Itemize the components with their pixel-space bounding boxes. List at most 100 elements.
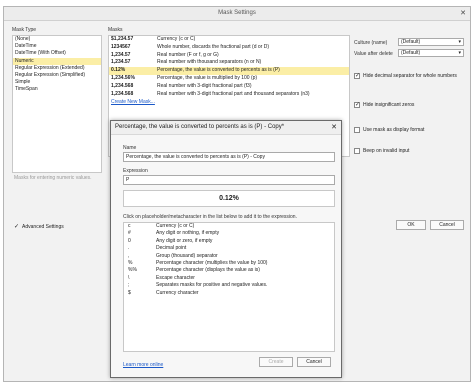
beep-label: Beep on invalid input bbox=[363, 148, 410, 154]
placeholder-symbol: \ bbox=[128, 274, 130, 281]
culture-label: Culture (name) bbox=[354, 40, 388, 46]
mask-type-item[interactable]: (None) bbox=[13, 36, 101, 43]
expression-field[interactable]: P bbox=[123, 175, 335, 185]
dialog-close-icon[interactable]: ✕ bbox=[331, 123, 337, 131]
mask-sample-value: 1,234.56% bbox=[111, 74, 135, 81]
value-after-delete-value: (Default) bbox=[401, 50, 421, 56]
placeholder-row[interactable]: . Decimal point bbox=[124, 245, 334, 252]
placeholder-row[interactable]: ; Separates masks for positive and negati… bbox=[124, 282, 334, 289]
placeholder-list[interactable]: c Currency (c or C) # Any digit or nothing,… bbox=[123, 222, 335, 352]
placeholder-row[interactable]: , Group (thousand) separator bbox=[124, 253, 334, 260]
create-button[interactable]: Create bbox=[259, 357, 293, 367]
checkbox-check-icon: ✓ bbox=[354, 102, 361, 108]
placeholder-symbol: # bbox=[128, 230, 131, 237]
beep-checkbox[interactable]: Beep on invalid input bbox=[354, 148, 409, 154]
placeholder-description: Any digit or zero, if empty bbox=[156, 237, 213, 244]
display-format-checkbox[interactable]: Use mask as display format bbox=[354, 127, 424, 133]
chevron-down-icon: ▾ bbox=[458, 39, 461, 45]
placeholder-symbol: c bbox=[128, 223, 131, 229]
placeholder-symbol: . bbox=[128, 245, 130, 252]
culture-combo[interactable]: (Default) ▾ bbox=[398, 38, 464, 46]
mask-row[interactable]: 1,234.57 Real number with thousand separa… bbox=[109, 59, 349, 67]
mask-description: Currency (c or C) bbox=[157, 36, 196, 42]
mask-sample-value: 1,234.57 bbox=[111, 51, 131, 58]
expression-label: Expression bbox=[123, 168, 148, 174]
mask-type-list[interactable]: (None) DateTime DateTime (With Offset) Nume… bbox=[12, 35, 102, 173]
placeholder-description: Escape character bbox=[156, 274, 195, 281]
mask-sample-value: 1,234.57 bbox=[111, 59, 131, 66]
dialog-title: Percentage, the value is converted to pe… bbox=[115, 124, 285, 130]
placeholder-symbol: % bbox=[128, 259, 133, 266]
placeholder-row[interactable]: c Currency (c or C) bbox=[124, 223, 334, 230]
mask-row[interactable]: 1,234.568 Real number with 3-digit fracti… bbox=[109, 91, 349, 99]
mask-description: Real number with 3-digit fractional part… bbox=[157, 82, 252, 89]
advanced-settings-checkbox[interactable]: ✓ Advanced Settings bbox=[14, 223, 64, 231]
placeholder-row[interactable]: 0 Any digit or zero, if empty bbox=[124, 238, 334, 245]
placeholder-symbol: $ bbox=[128, 289, 131, 296]
advanced-settings-label: Advanced Settings bbox=[22, 223, 64, 230]
placeholder-row[interactable]: % Percentage character (multiplies the va… bbox=[124, 260, 334, 267]
mask-sample-value: $1,234.57 bbox=[111, 36, 134, 42]
mask-row[interactable]: 1,234.57 Real number (F or f, g or G) bbox=[109, 52, 349, 60]
create-new-mask-link[interactable]: Create New Mask... bbox=[109, 98, 349, 106]
value-after-delete-combo[interactable]: (Default) ▾ bbox=[398, 49, 464, 57]
mask-type-item[interactable]: Numeric bbox=[13, 57, 101, 65]
mask-type-item[interactable]: Regular Expression (Extended) bbox=[13, 65, 101, 72]
checkbox-check-icon: ✓ bbox=[14, 224, 20, 230]
mask-description: Real number with 3-digit fractional part… bbox=[157, 90, 310, 97]
placeholder-symbol: ; bbox=[128, 282, 130, 289]
placeholder-row[interactable]: %% Percentage character (displays the val… bbox=[124, 267, 334, 274]
placeholder-row[interactable]: # Any digit or nothing, if empty bbox=[124, 230, 334, 237]
mask-row[interactable]: 1,234.56% Percentage, the value is multip… bbox=[109, 75, 349, 83]
placeholder-description: Decimal point bbox=[156, 245, 187, 252]
mask-sample-value: 1,234.568 bbox=[111, 90, 134, 97]
close-icon[interactable]: ✕ bbox=[460, 9, 466, 17]
mask-sample-value: 1234567 bbox=[111, 43, 131, 50]
mask-type-item[interactable]: Simple bbox=[13, 79, 101, 86]
placeholder-description: Percentage character (displays the value… bbox=[156, 267, 260, 274]
placeholder-hint: Click on placeholder/metacharacter in th… bbox=[123, 214, 297, 220]
display-format-label: Use mask as display format bbox=[363, 127, 425, 133]
mask-sample-value: 1,234.568 bbox=[111, 82, 134, 89]
placeholder-symbol: 0 bbox=[128, 237, 131, 244]
cancel-button[interactable]: Cancel bbox=[430, 220, 464, 230]
placeholder-description: Currency character bbox=[156, 289, 199, 296]
placeholder-row[interactable]: \ Escape character bbox=[124, 275, 334, 282]
window-titlebar: Mask Settings ✕ bbox=[4, 7, 470, 21]
hide-zeros-label: Hide insignificant zeros bbox=[363, 102, 415, 108]
mask-row[interactable]: 1234567 Whole number, discards the fracti… bbox=[109, 44, 349, 52]
mask-type-item[interactable]: TimeSpan bbox=[13, 86, 101, 93]
hide-decimal-label: Hide decimal separator for whole numbers bbox=[363, 73, 457, 79]
placeholder-description: Group (thousand) separator bbox=[156, 252, 218, 259]
masks-label: Masks bbox=[108, 27, 123, 33]
hide-decimal-checkbox[interactable]: ✓ Hide decimal separator for whole numbe… bbox=[354, 73, 457, 79]
mask-type-item[interactable]: Regular Expression (Simplified) bbox=[13, 72, 101, 79]
placeholder-row[interactable]: $ Currency character bbox=[124, 290, 334, 297]
mask-sample-value: 0.12% bbox=[111, 67, 126, 74]
mask-description: Real number (F or f, g or G) bbox=[157, 51, 219, 58]
mask-row[interactable]: 0.12% Percentage, the value is converted … bbox=[109, 67, 349, 75]
mask-type-item[interactable]: DateTime (With Offset) bbox=[13, 50, 101, 57]
window-title: Mask Settings bbox=[218, 10, 256, 16]
mask-row[interactable]: $1,234.57 Currency (c or C) bbox=[109, 36, 349, 44]
placeholder-description: Any digit or nothing, if empty bbox=[156, 230, 220, 237]
dialog-cancel-button[interactable]: Cancel bbox=[297, 357, 331, 367]
checkbox-box bbox=[354, 148, 360, 154]
ok-button[interactable]: OK bbox=[396, 220, 426, 230]
mask-row[interactable]: 1,234.568 Real number with 3-digit fracti… bbox=[109, 83, 349, 91]
mask-description: Real number with thousand separators (n … bbox=[157, 59, 262, 66]
mask-type-hint: Masks for entering numeric values. bbox=[14, 175, 92, 181]
placeholder-description: Percentage character (multiplies the val… bbox=[156, 259, 268, 266]
name-label: Name bbox=[123, 145, 137, 151]
checkbox-box bbox=[354, 127, 360, 133]
hide-zeros-checkbox[interactable]: ✓ Hide insignificant zeros bbox=[354, 102, 414, 108]
name-field[interactable]: Percentage, the value is converted to pe… bbox=[123, 152, 335, 162]
preview-box: 0.12% bbox=[123, 190, 335, 207]
chevron-down-icon: ▾ bbox=[458, 50, 461, 56]
dialog-titlebar: Percentage, the value is converted to pe… bbox=[111, 121, 341, 135]
placeholder-symbol: , bbox=[128, 252, 130, 259]
mask-type-item[interactable]: DateTime bbox=[13, 43, 101, 50]
dialog-learn-more-link[interactable]: Learn more online bbox=[123, 362, 163, 368]
checkbox-check-icon: ✓ bbox=[354, 73, 361, 79]
mask-description: Percentage, the value is converted to pe… bbox=[157, 67, 280, 74]
